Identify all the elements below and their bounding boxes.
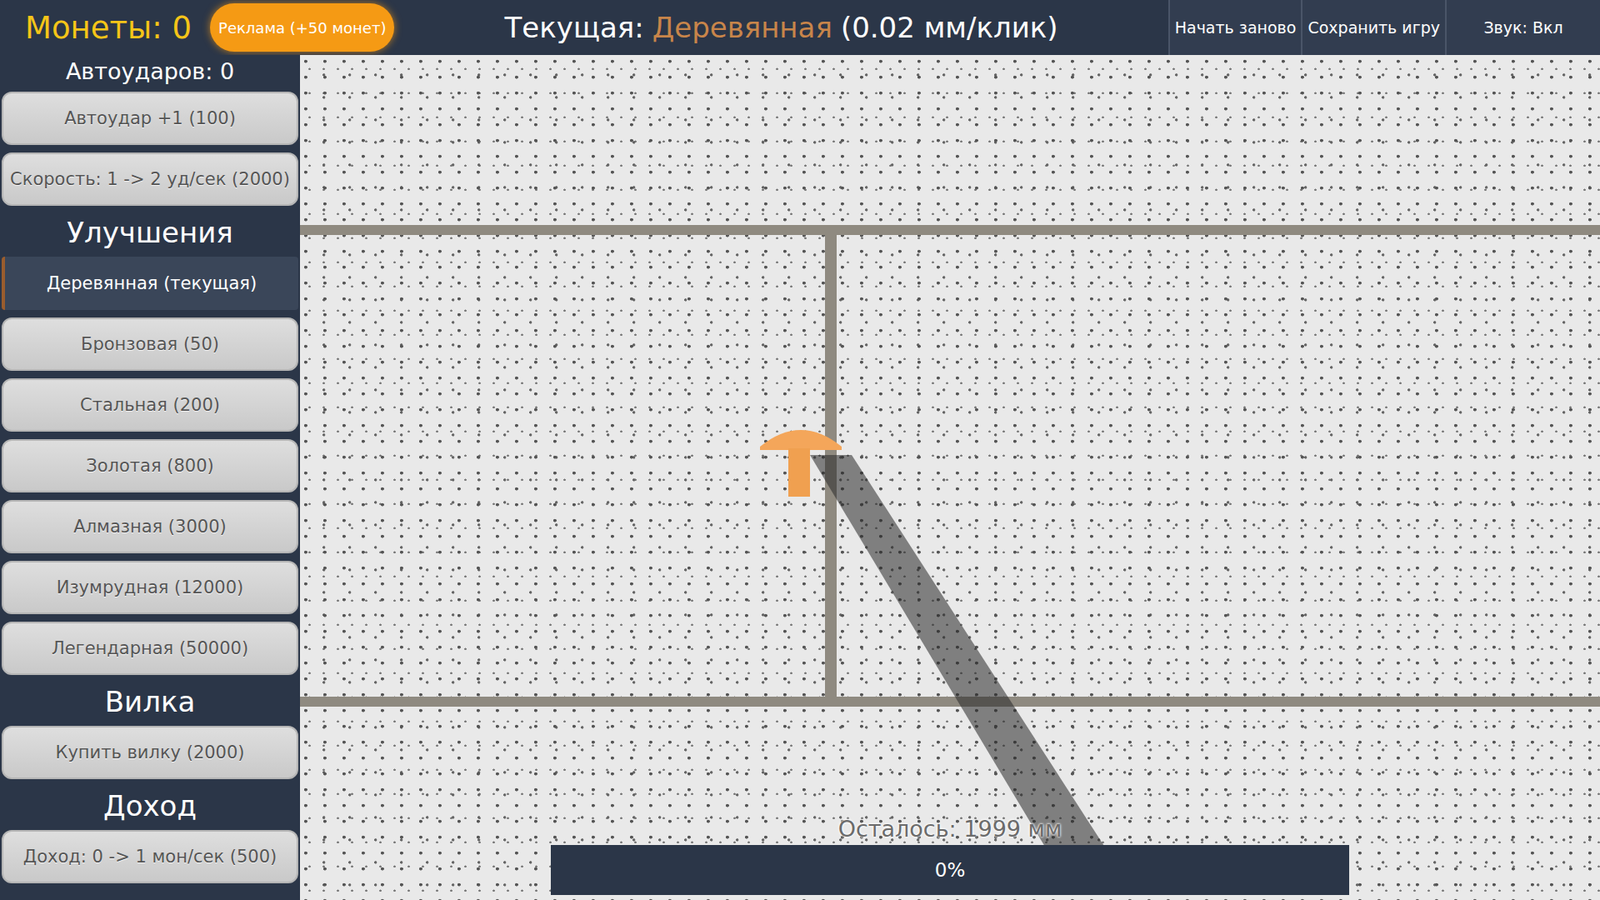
shop-item[interactable]: Стальная (200) <box>1 378 299 432</box>
shop-item[interactable]: Деревянная (текущая) <box>1 256 299 310</box>
section-title: Улучшения <box>1 216 299 250</box>
progress-text: 0% <box>935 859 966 881</box>
remaining-label: Осталось: 1999 мм <box>838 815 1063 842</box>
nail[interactable] <box>760 421 1144 872</box>
nail-icon[interactable] <box>760 421 1144 872</box>
save-button[interactable]: Сохранить игру <box>1300 0 1445 55</box>
section-title: Вилка <box>1 685 299 719</box>
current-tier-name: Деревянная <box>652 10 833 45</box>
game-screen: Монеты: 0Реклама (+50 монет)Текущая:Дере… <box>0 0 1600 900</box>
shop-item[interactable]: Золотая (800) <box>1 439 299 493</box>
top-bar: Монеты: 0Реклама (+50 монет)Текущая:Дере… <box>0 0 1600 55</box>
autostrike-button[interactable]: Скорость: 1 -> 2 уд/сек (2000) <box>1 152 299 206</box>
progress-track: 0% <box>550 845 1350 895</box>
top-buttons: Начать зановоСохранить игруЗвук: Вкл <box>1168 0 1600 55</box>
shop-item[interactable]: Доход: 0 -> 1 мон/сек (500) <box>1 830 299 884</box>
wall-area[interactable]: Осталось: 1999 мм 0% <box>300 55 1600 900</box>
current-tier: Текущая:Деревянная(0.02 мм/клик) <box>394 0 1168 55</box>
game-body: Автоударов: 0 Автоудар +1 (100) Скорость: … <box>0 55 1600 900</box>
current-rate: (0.02 мм/клик) <box>840 10 1059 45</box>
progress-area: Осталось: 1999 мм 0% <box>550 815 1350 895</box>
shop-item[interactable]: Купить вилку (2000) <box>1 725 299 780</box>
shop-item[interactable]: Легендарная (50000) <box>1 621 299 675</box>
restart-button[interactable]: Начать заново <box>1168 0 1302 55</box>
autostrike-button[interactable]: Автоудар +1 (100) <box>1 91 299 145</box>
section-title: Доход <box>1 790 299 823</box>
shop-item[interactable]: Алмазная (3000) <box>1 500 299 554</box>
shop-item[interactable]: Изумрудная (12000) <box>1 560 299 615</box>
current-prefix: Текущая: <box>505 10 645 45</box>
sound-button[interactable]: Звук: Вкл <box>1445 0 1600 55</box>
ad-wrap: Реклама (+50 монет) <box>210 0 395 55</box>
ad-button[interactable]: Реклама (+50 монет) <box>210 3 395 52</box>
coins-counter: Монеты: 0 <box>0 0 210 55</box>
autostrike-count: Автоударов: 0 <box>1 55 299 85</box>
sidebar: Автоударов: 0 Автоудар +1 (100) Скорость: … <box>0 55 300 900</box>
shop-item[interactable]: Бронзовая (50) <box>1 317 299 371</box>
